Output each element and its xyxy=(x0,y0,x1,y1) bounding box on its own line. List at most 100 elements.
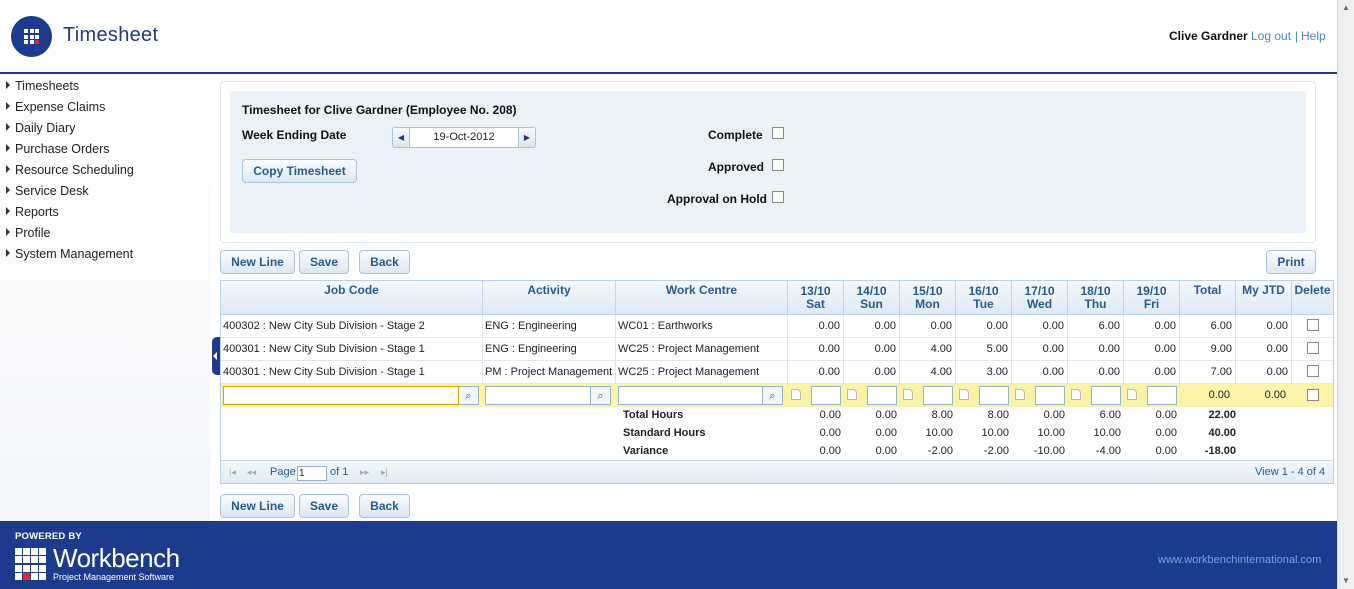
work-centre-cell[interactable]: WC01 : Earthworks xyxy=(616,315,788,338)
search-icon[interactable]: ⌕ xyxy=(763,386,783,405)
hours-input[interactable] xyxy=(867,386,897,405)
hours-cell[interactable]: 0.00 xyxy=(1012,338,1068,361)
delete-checkbox[interactable] xyxy=(1307,319,1319,331)
hours-cell[interactable]: 0.00 xyxy=(788,315,844,338)
sidebar-item-system-management[interactable]: System Management xyxy=(6,247,133,261)
sidebar-item-timesheets[interactable]: Timesheets xyxy=(6,79,79,93)
hours-input[interactable] xyxy=(811,386,841,405)
note-icon[interactable] xyxy=(1071,389,1081,400)
print-button[interactable]: Print xyxy=(1266,250,1316,274)
approved-checkbox[interactable] xyxy=(772,159,784,171)
sidebar-collapse-handle[interactable] xyxy=(212,337,220,375)
save-button-bottom[interactable]: Save xyxy=(299,494,349,518)
col-header-activity[interactable]: Activity xyxy=(483,281,616,315)
hours-cell[interactable]: 0.00 xyxy=(788,338,844,361)
note-icon[interactable] xyxy=(791,389,801,400)
last-page-icon[interactable]: ▸| xyxy=(381,467,388,478)
hours-input[interactable] xyxy=(1147,386,1177,405)
job-code-cell[interactable]: 400301 : New City Sub Division - Stage 1 xyxy=(221,338,483,361)
hours-cell[interactable]: 0.00 xyxy=(956,315,1012,338)
job-code-cell[interactable]: 400302 : New City Sub Division - Stage 2 xyxy=(221,315,483,338)
sidebar-item-service-desk[interactable]: Service Desk xyxy=(6,184,89,198)
save-button[interactable]: Save xyxy=(299,250,349,274)
activity-cell[interactable]: ENG : Engineering xyxy=(483,338,616,361)
sidebar-item-resource-scheduling[interactable]: Resource Scheduling xyxy=(6,163,134,177)
note-icon[interactable] xyxy=(847,389,857,400)
copy-timesheet-button[interactable]: Copy Timesheet xyxy=(242,159,357,183)
next-page-icon[interactable]: ▸▸ xyxy=(360,467,369,478)
logout-link[interactable]: Log out xyxy=(1251,29,1291,43)
delete-checkbox[interactable] xyxy=(1307,365,1319,377)
activity-cell[interactable]: ENG : Engineering xyxy=(483,315,616,338)
hours-cell[interactable]: 0.00 xyxy=(844,338,900,361)
complete-checkbox[interactable] xyxy=(772,127,784,139)
scroll-up-icon[interactable]: ▲ xyxy=(1341,3,1351,13)
hours-cell[interactable]: 0.00 xyxy=(900,315,956,338)
approval-on-hold-checkbox[interactable] xyxy=(772,191,784,203)
website-link[interactable]: www.workbenchinternational.com xyxy=(1158,554,1321,566)
hours-input[interactable] xyxy=(923,386,953,405)
col-header-work-centre[interactable]: Work Centre xyxy=(616,281,788,315)
new-line-button[interactable]: New Line xyxy=(220,250,295,274)
note-icon[interactable] xyxy=(903,389,913,400)
hours-cell[interactable]: 0.00 xyxy=(844,361,900,384)
note-icon[interactable] xyxy=(1015,389,1025,400)
hours-input[interactable] xyxy=(979,386,1009,405)
hours-cell[interactable]: 0.00 xyxy=(1068,338,1124,361)
col-header-day[interactable]: 17/10 Wed xyxy=(1012,281,1068,315)
back-button[interactable]: Back xyxy=(359,250,410,274)
col-header-day[interactable]: 14/10 Sun xyxy=(844,281,900,315)
sidebar-item-reports[interactable]: Reports xyxy=(6,205,59,219)
delete-checkbox[interactable] xyxy=(1307,389,1319,401)
chevron-right-icon[interactable]: ▶ xyxy=(518,128,535,147)
col-header-day[interactable]: 16/10 Tue xyxy=(956,281,1012,315)
hours-cell[interactable]: 0.00 xyxy=(1124,338,1180,361)
work-centre-cell[interactable]: WC25 : Project Management xyxy=(616,338,788,361)
back-button-bottom[interactable]: Back xyxy=(359,494,410,518)
col-header-total[interactable]: Total xyxy=(1180,281,1236,315)
scroll-down-icon[interactable]: ▼ xyxy=(1341,576,1351,586)
hours-cell[interactable]: 0.00 xyxy=(1012,315,1068,338)
col-header-day[interactable]: 13/10 Sat xyxy=(788,281,844,315)
sidebar-item-profile[interactable]: Profile xyxy=(6,226,50,240)
hours-input[interactable] xyxy=(1091,386,1121,405)
chevron-left-icon[interactable]: ◀ xyxy=(393,128,410,147)
hours-cell[interactable]: 0.00 xyxy=(788,361,844,384)
hours-cell[interactable]: 0.00 xyxy=(1124,361,1180,384)
col-header-job-code[interactable]: Job Code xyxy=(221,281,483,315)
search-icon[interactable]: ⌕ xyxy=(459,386,479,405)
hours-cell[interactable]: 0.00 xyxy=(1012,361,1068,384)
hours-cell[interactable]: 4.00 xyxy=(900,338,956,361)
vertical-scrollbar[interactable]: ▲ ▼ xyxy=(1337,0,1354,589)
col-header-day[interactable]: 18/10 Thu xyxy=(1068,281,1124,315)
activity-cell[interactable]: PM : Project Management xyxy=(483,361,616,384)
hours-cell[interactable]: 6.00 xyxy=(1068,315,1124,338)
hours-cell[interactable]: 0.00 xyxy=(1068,361,1124,384)
new-line-button-bottom[interactable]: New Line xyxy=(220,494,295,518)
hours-cell[interactable]: 0.00 xyxy=(844,315,900,338)
work-centre-cell[interactable]: WC25 : Project Management xyxy=(616,361,788,384)
sidebar-item-daily-diary[interactable]: Daily Diary xyxy=(6,121,75,135)
hours-cell[interactable]: 5.00 xyxy=(956,338,1012,361)
hours-input[interactable] xyxy=(1035,386,1065,405)
col-header-my-jtd[interactable]: My JTD xyxy=(1236,281,1292,315)
first-page-icon[interactable]: |◂ xyxy=(229,467,236,478)
sidebar-item-expense-claims[interactable]: Expense Claims xyxy=(6,100,105,114)
hours-cell[interactable]: 0.00 xyxy=(1124,315,1180,338)
delete-checkbox[interactable] xyxy=(1307,342,1319,354)
search-icon[interactable]: ⌕ xyxy=(591,386,611,405)
work-centre-input[interactable] xyxy=(618,386,763,405)
hours-cell[interactable]: 4.00 xyxy=(900,361,956,384)
col-header-day[interactable]: 15/10 Mon xyxy=(900,281,956,315)
job-code-cell[interactable]: 400301 : New City Sub Division - Stage 1 xyxy=(221,361,483,384)
page-number-input[interactable]: 1 xyxy=(297,466,327,481)
prev-page-icon[interactable]: ◂◂ xyxy=(247,467,256,478)
sidebar-item-purchase-orders[interactable]: Purchase Orders xyxy=(6,142,109,156)
week-ending-value[interactable]: 19-Oct-2012 xyxy=(411,128,517,147)
col-header-day[interactable]: 19/10 Fri xyxy=(1124,281,1180,315)
help-link[interactable]: Help xyxy=(1301,29,1326,43)
hours-cell[interactable]: 3.00 xyxy=(956,361,1012,384)
col-header-delete[interactable]: Delete xyxy=(1292,281,1333,315)
activity-input[interactable] xyxy=(485,386,591,405)
job-code-input[interactable] xyxy=(223,386,459,405)
